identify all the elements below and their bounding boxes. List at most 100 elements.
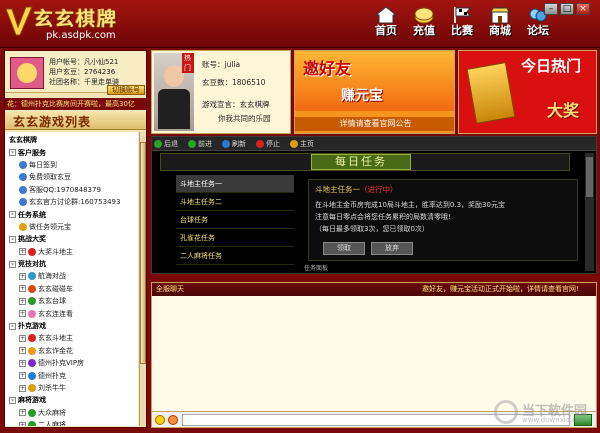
hot-banner[interactable]: 今日热门 大奖	[458, 50, 597, 134]
expand-icon[interactable]: +	[19, 334, 26, 342]
expand-icon[interactable]: +	[19, 372, 26, 380]
expand-icon[interactable]: +	[19, 285, 26, 293]
tree-item[interactable]: + 玄玄台球	[5, 295, 138, 307]
tree-label: 每日签到	[29, 160, 57, 169]
tree-item[interactable]: + 玄玄碰碰车	[5, 283, 138, 295]
forward-label: 前进	[198, 139, 212, 148]
nav-home[interactable]: 首页	[368, 6, 404, 40]
content-scrollbar[interactable]	[585, 153, 594, 271]
expand-icon[interactable]: +	[19, 310, 26, 318]
browser-toolbar: 后退 前进 刷新 停止 主页	[152, 137, 596, 151]
minimize-button[interactable]: –	[544, 3, 558, 15]
close-button[interactable]: ×	[576, 3, 590, 15]
tree-item[interactable]: + 德州扑克	[5, 369, 138, 381]
tree-label: 刘杀牛牛	[38, 384, 66, 392]
avatar[interactable]	[10, 57, 44, 89]
back-button[interactable]: 后退	[152, 139, 178, 149]
claim-button[interactable]: 领取	[323, 242, 365, 255]
tree-item[interactable]: 免费领取玄豆	[5, 171, 138, 183]
app-title: 玄玄棋牌	[34, 8, 119, 30]
profile-slogan-label: 游戏宣言：玄玄棋牌	[202, 100, 270, 109]
collapse-icon[interactable]: -	[9, 322, 16, 330]
tree-item[interactable]: + 二人麻将	[5, 419, 138, 426]
tree-item[interactable]: + 航海对战	[5, 270, 138, 282]
tree-category[interactable]: - 客户服务	[5, 146, 138, 158]
expand-icon[interactable]: +	[19, 248, 26, 256]
invite-banner[interactable]: 邀好友 赚元宝 详情请查看官网公告	[294, 50, 455, 134]
game-icon	[19, 160, 27, 169]
collapse-icon[interactable]: -	[9, 149, 16, 157]
expand-icon[interactable]: +	[19, 421, 26, 426]
tree-label: 玄玄台球	[38, 297, 66, 306]
collapse-icon[interactable]: -	[9, 235, 16, 243]
tree-category[interactable]: - 扑克游戏	[5, 320, 138, 332]
tree-category[interactable]: - 任务系统	[5, 208, 138, 220]
task-detail-title: 斗地主任务一（进行中）	[315, 184, 398, 195]
tree-item[interactable]: + 玄玄诈金花	[5, 345, 138, 357]
home-button[interactable]: 主页	[288, 139, 314, 149]
tree-item[interactable]: + 德州扑克VIP房	[5, 357, 138, 369]
invite-banner-title: 邀好友	[303, 59, 352, 78]
tree-category[interactable]: - 麻将游戏	[5, 394, 138, 406]
watermark-url: www.downxia.com	[522, 416, 588, 424]
tree-item[interactable]: 做任务领元宝	[5, 221, 138, 233]
task-item[interactable]: 孔雀花任务	[176, 229, 294, 247]
expand-icon[interactable]: +	[19, 359, 26, 367]
game-tree-scrollbar[interactable]	[139, 132, 146, 426]
collapse-icon[interactable]: -	[9, 211, 16, 219]
tree-item[interactable]: + 大奖斗地主	[5, 246, 138, 258]
collapse-icon[interactable]: -	[9, 260, 16, 268]
emoji-icon[interactable]	[155, 415, 165, 425]
tree-item[interactable]: + 玄玄斗地主	[5, 332, 138, 344]
tree-item[interactable]: + 刘杀牛牛	[5, 382, 138, 394]
tree-item[interactable]: 玄玄官方讨论群:160753493	[5, 196, 138, 208]
game-tree: 玄玄棋牌 - 客户服务每日签到免费领取玄豆客服QQ:1970848379 玄玄官方讨论…	[5, 132, 138, 426]
maximize-button[interactable]: □	[560, 3, 574, 15]
window-controls: – □ ×	[544, 3, 590, 15]
expand-icon[interactable]: +	[19, 347, 26, 355]
switch-account-button[interactable]: 切换账号	[107, 85, 145, 95]
task-item[interactable]: 台球任务	[176, 211, 294, 229]
left-panel: 用户帐号：凡小仙521 用户玄豆：2764236 社团名称：千里走单骑 切换账号…	[4, 50, 147, 428]
profile-photo[interactable]: 热门	[154, 53, 194, 131]
task-panel-tab[interactable]: 任务面板	[304, 263, 328, 272]
refresh-label: 刷新	[232, 139, 246, 148]
forward-button[interactable]: 前进	[186, 139, 212, 149]
task-item[interactable]: 斗地主任务二	[176, 193, 294, 211]
tree-item[interactable]: 客服QQ:1970848379	[5, 184, 138, 196]
app-url: pk.asdpk.com	[46, 30, 116, 41]
house-icon	[375, 6, 397, 24]
content-scroll-thumb[interactable]	[586, 157, 593, 197]
tree-root[interactable]: 玄玄棋牌	[5, 134, 138, 146]
expand-icon[interactable]: +	[19, 297, 26, 305]
profile-beans: 玄豆数：1806510	[202, 78, 266, 87]
expand-icon[interactable]: +	[19, 272, 26, 280]
tree-label: 客服QQ:1970848379	[29, 185, 101, 194]
tree-label: 德州扑克	[38, 371, 66, 380]
color-icon[interactable]	[168, 415, 178, 425]
top-bar: 玄玄棋牌 pk.asdpk.com 首页 充值 比赛 商城 论坛 – □ ×	[0, 0, 600, 48]
tree-label: 玄玄连连看	[38, 309, 73, 318]
tree-category[interactable]: - 挑战大奖	[5, 233, 138, 245]
abandon-button[interactable]: 放弃	[371, 242, 413, 255]
refresh-button[interactable]: 刷新	[220, 139, 246, 149]
stop-button[interactable]: 停止	[254, 139, 280, 149]
game-icon	[28, 384, 36, 392]
game-tree-scroll-thumb[interactable]	[140, 142, 146, 364]
tree-item[interactable]: 每日签到	[5, 159, 138, 171]
nav-match[interactable]: 比赛	[444, 6, 480, 40]
tree-item[interactable]: + 大众麻将	[5, 407, 138, 419]
nav-shop[interactable]: 商城	[482, 6, 518, 40]
task-item[interactable]: 二人麻将任务	[176, 247, 294, 265]
expand-icon[interactable]: +	[19, 384, 26, 392]
expand-icon[interactable]: +	[19, 409, 26, 417]
user-beans: 用户玄豆：2764236	[49, 68, 116, 76]
nav-recharge[interactable]: 充值	[406, 6, 442, 40]
tree-item[interactable]: + 玄玄连连看	[5, 307, 138, 319]
game-icon	[28, 421, 36, 426]
collapse-icon[interactable]: -	[9, 396, 16, 404]
chat-notice: 邀好友，赚元宝活动正式开始啦，详情请查看官网!	[422, 285, 579, 293]
task-item[interactable]: 斗地主任务一	[176, 175, 294, 193]
games-title: 玄玄游戏列表	[13, 115, 92, 129]
tree-category[interactable]: - 竞技对抗	[5, 258, 138, 270]
